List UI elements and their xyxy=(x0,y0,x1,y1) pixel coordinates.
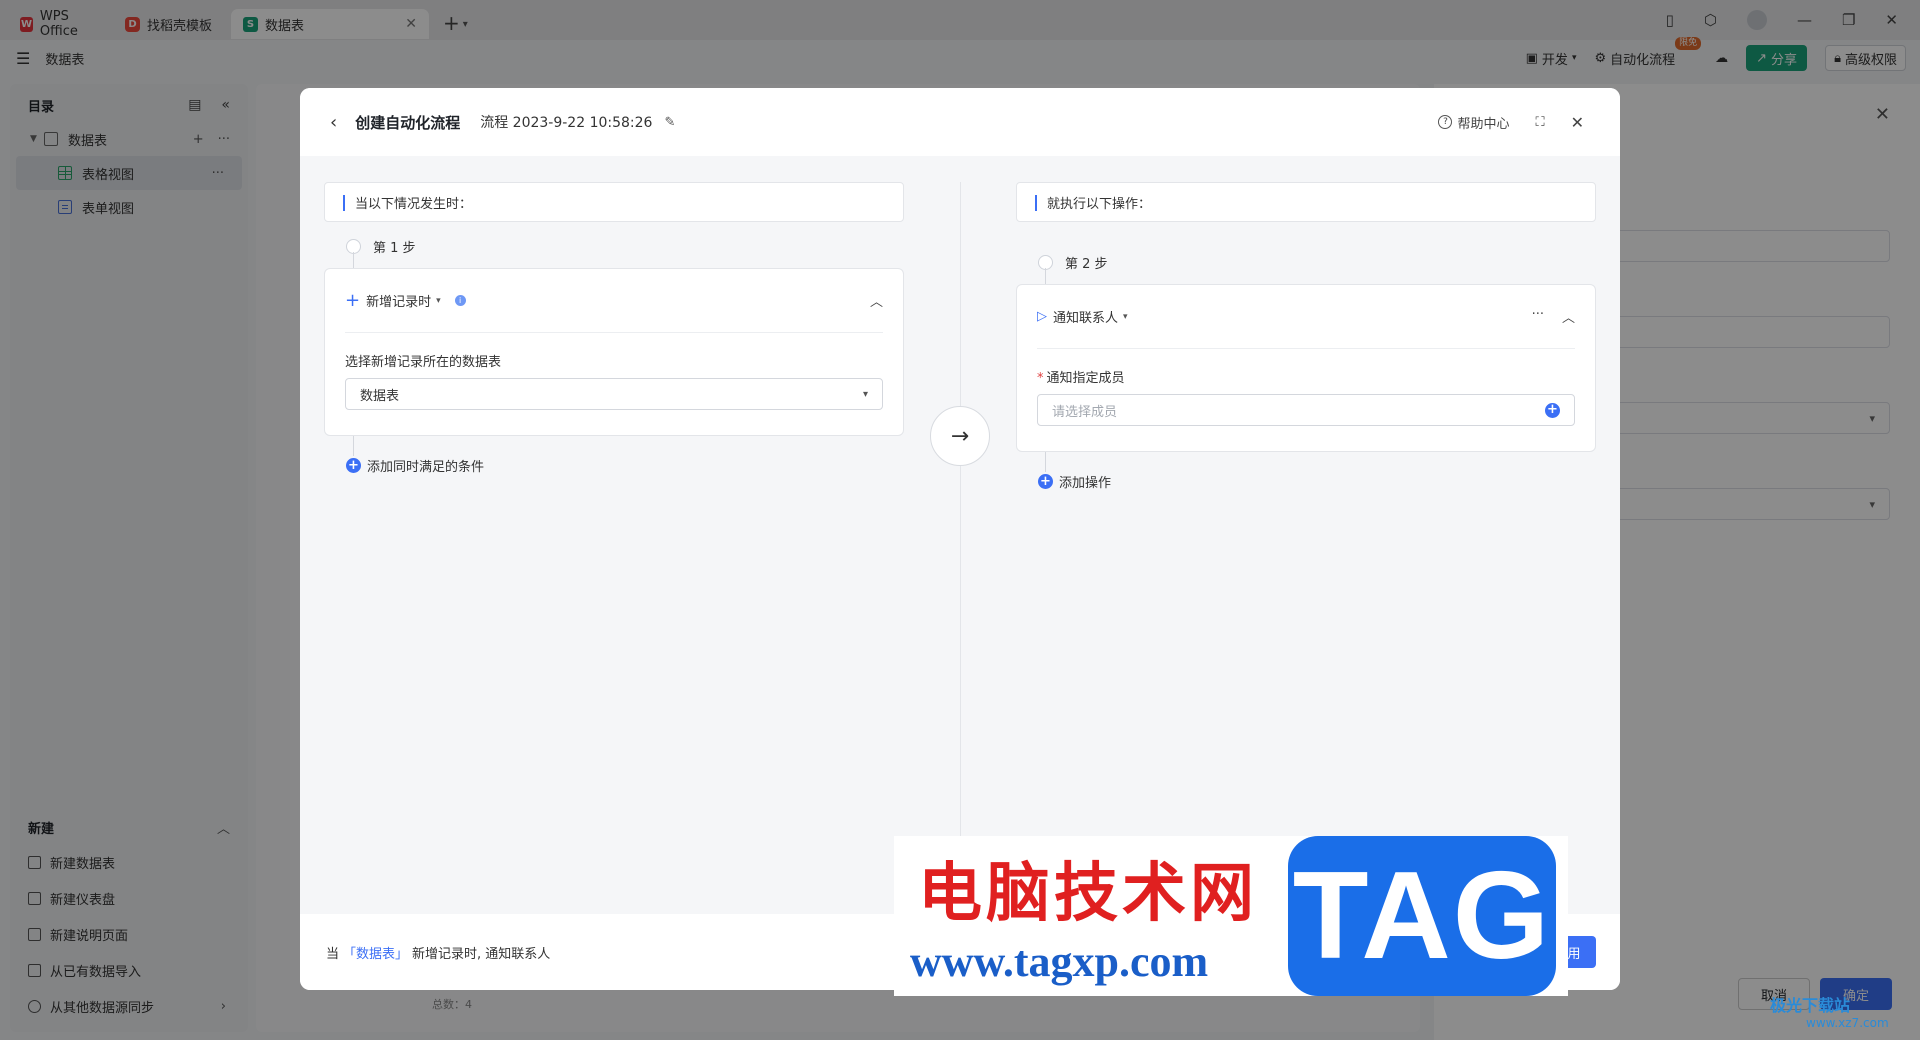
add-action-label: 添加操作 xyxy=(1059,476,1112,491)
collapse-icon[interactable]: ︿ xyxy=(1562,307,1575,326)
member-select[interactable]: 请选择成员 + xyxy=(1037,394,1575,426)
help-icon: ? xyxy=(1438,115,1453,129)
trigger-type-dropdown[interactable]: 新增记录时 xyxy=(366,291,431,310)
info-icon[interactable]: i xyxy=(454,295,466,306)
connector-line xyxy=(1045,452,1046,472)
required-mark: * xyxy=(1037,371,1044,386)
help-center-link[interactable]: ? 帮助中心 xyxy=(1438,113,1509,132)
add-circle-icon: + xyxy=(1038,474,1053,489)
trigger-header-label: 当以下情况发生时： xyxy=(355,196,473,212)
step-1-label: 第 1 步 xyxy=(346,237,416,256)
more-icon[interactable]: ··· xyxy=(1532,307,1544,326)
site-watermark: 极光下载站 xyxy=(1770,996,1851,1015)
arrow-right-icon: → xyxy=(930,406,990,466)
edit-icon[interactable]: ✎ xyxy=(664,115,675,130)
action-header: 就执行以下操作： xyxy=(1016,182,1596,222)
add-condition-button[interactable]: + 添加同时满足的条件 xyxy=(346,456,484,475)
modal-header: ‹ 创建自动化流程 流程 2023-9-22 10:58:26 ✎ ? 帮助中心… xyxy=(300,88,1620,156)
chevron-down-icon[interactable]: ▾ xyxy=(1123,312,1128,322)
watermark-url: www.tagxp.com xyxy=(910,937,1209,986)
step-text: 第 2 步 xyxy=(1065,257,1108,272)
fullscreen-icon[interactable]: ⛶ xyxy=(1535,115,1544,130)
chevron-down-icon[interactable]: ▾ xyxy=(436,296,441,306)
step-text: 第 1 步 xyxy=(373,241,416,256)
watermark-tag-logo: TAG xyxy=(1288,836,1556,996)
modal-title: 创建自动化流程 xyxy=(355,113,461,132)
select-placeholder: 请选择成员 xyxy=(1052,404,1118,420)
close-icon[interactable]: ✕ xyxy=(1571,113,1584,132)
trigger-card: + 新增记录时 ▾ i ︿ 选择新增记录所在的数据表 数据表 ▾ xyxy=(324,268,904,436)
trigger-header: 当以下情况发生时： xyxy=(324,182,904,222)
field-label: 选择新增记录所在的数据表 xyxy=(345,355,502,370)
summary-table-link[interactable]: 「数据表」 xyxy=(343,943,408,962)
send-icon: ▷ xyxy=(1037,309,1047,324)
add-condition-label: 添加同时满足的条件 xyxy=(367,460,485,475)
help-label: 帮助中心 xyxy=(1457,116,1510,132)
action-type-dropdown[interactable]: 通知联系人 xyxy=(1053,307,1118,326)
site-watermark-url: www.xz7.com xyxy=(1806,1016,1889,1030)
chevron-down-icon: ▾ xyxy=(862,388,868,400)
add-circle-icon: + xyxy=(346,458,361,473)
action-header-label: 就执行以下操作： xyxy=(1047,196,1152,212)
flow-name: 流程 2023-9-22 10:58:26 xyxy=(480,115,653,131)
plus-icon: + xyxy=(345,290,361,311)
summary-prefix: 当 xyxy=(326,946,340,962)
field-label: * 通知指定成员 xyxy=(1037,367,1575,386)
watermark-text: 电脑技术网 xyxy=(918,856,1258,931)
column-divider xyxy=(960,182,961,922)
summary-text: 新增记录时, 通知联系人 xyxy=(412,946,551,962)
add-action-button[interactable]: + 添加操作 xyxy=(1038,472,1111,491)
field-label-text: 通知指定成员 xyxy=(1046,371,1125,386)
collapse-icon[interactable]: ︿ xyxy=(870,291,883,310)
add-member-icon[interactable]: + xyxy=(1545,402,1560,418)
back-icon[interactable]: ‹ xyxy=(330,112,337,133)
connector-line xyxy=(353,436,354,456)
action-card: ▷ 通知联系人 ▾ ··· ︿ * 通知指定成员 请选择成员 + xyxy=(1016,284,1596,452)
datasheet-select[interactable]: 数据表 ▾ xyxy=(345,378,883,410)
step-2-label: 第 2 步 xyxy=(1038,253,1108,272)
select-value: 数据表 xyxy=(360,388,400,404)
